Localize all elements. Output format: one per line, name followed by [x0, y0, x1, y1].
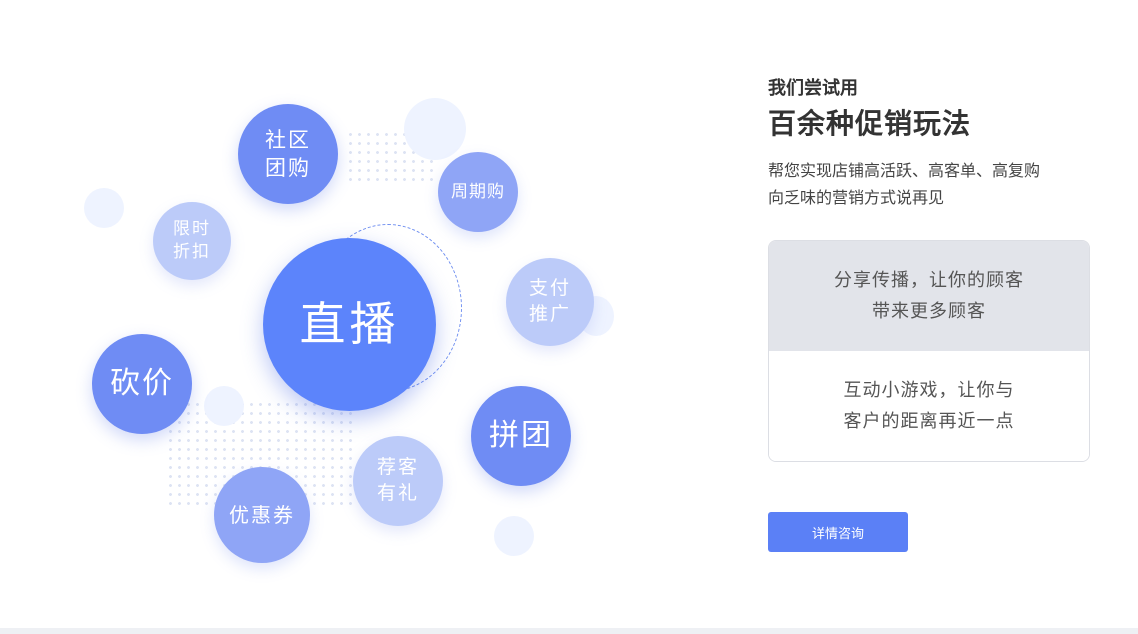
bubble-label-line: 有礼: [376, 482, 419, 504]
bubble-label-line: 砍价: [110, 365, 174, 401]
bubble-label-line: 拼团: [489, 417, 553, 453]
bubble-limited-discount[interactable]: 限时 折扣: [153, 202, 231, 280]
bubble-community-group-buy[interactable]: 社区 团购: [238, 104, 338, 204]
feature-text-line: 客户的距离再近一点: [843, 411, 1015, 432]
bubble-label-line: 周期购: [451, 181, 505, 202]
section-title: 百余种促销玩法: [768, 107, 972, 140]
consult-details-button[interactable]: 详情咨询: [768, 512, 908, 552]
description-line: 向乏味的营销方式说再见: [768, 188, 945, 207]
bubble-referral-gift[interactable]: 荐客 有礼: [353, 436, 443, 526]
feature-text-line: 带来更多顾客: [872, 301, 986, 322]
bubble-label-line: 优惠券: [229, 502, 295, 527]
feature-text-line: 分享传播，让你的顾客: [834, 270, 1024, 291]
bubble-label-line: 团购: [265, 156, 311, 180]
bubble-live-stream[interactable]: 直播: [263, 238, 436, 411]
bubble-label-line: 推广: [528, 303, 571, 325]
feature-item-share[interactable]: 分享传播，让你的顾客 带来更多顾客: [769, 241, 1089, 351]
bubble-group-buy[interactable]: 拼团: [471, 386, 571, 486]
bubble-bargain[interactable]: 砍价: [92, 334, 192, 434]
feature-card: 分享传播，让你的顾客 带来更多顾客 互动小游戏，让你与 客户的距离再近一点: [768, 240, 1090, 462]
feature-text-line: 互动小游戏，让你与: [843, 380, 1015, 401]
section-subtitle: 我们尝试用: [768, 78, 858, 99]
promo-section: 社区团购 周期购 限时 折扣 直播 支付推广 砍价 拼团 荐客有礼 优惠券 我们尝…: [0, 0, 1138, 628]
decor-circle-3: [204, 386, 244, 426]
bubble-label-line: 支付: [528, 277, 571, 300]
bubble-label-line: 折扣: [173, 242, 211, 262]
feature-item-mini-game[interactable]: 互动小游戏，让你与 客户的距离再近一点: [769, 351, 1089, 461]
bubble-label-line: 荐客: [376, 456, 419, 479]
bubble-payment-promotion[interactable]: 支付 推广: [506, 258, 594, 346]
bubble-subscription-buy[interactable]: 周期购: [438, 152, 518, 232]
bubble-label-line: 限时: [173, 219, 211, 240]
decor-circle-2: [404, 98, 466, 160]
bubble-label-line: 直播: [299, 297, 400, 352]
bubble-label-line: 社区: [265, 127, 311, 152]
decor-circle-5: [494, 516, 534, 556]
description-line: 帮您实现店铺高活跃、高客单、高复购: [768, 161, 1041, 180]
bubble-coupon[interactable]: 优惠券: [214, 467, 310, 563]
section-description: 帮您实现店铺高活跃、高客单、高复购 向乏味的营销方式说再见: [768, 157, 1088, 211]
decor-circle-1: [84, 188, 124, 228]
bottom-divider: [0, 628, 1138, 634]
